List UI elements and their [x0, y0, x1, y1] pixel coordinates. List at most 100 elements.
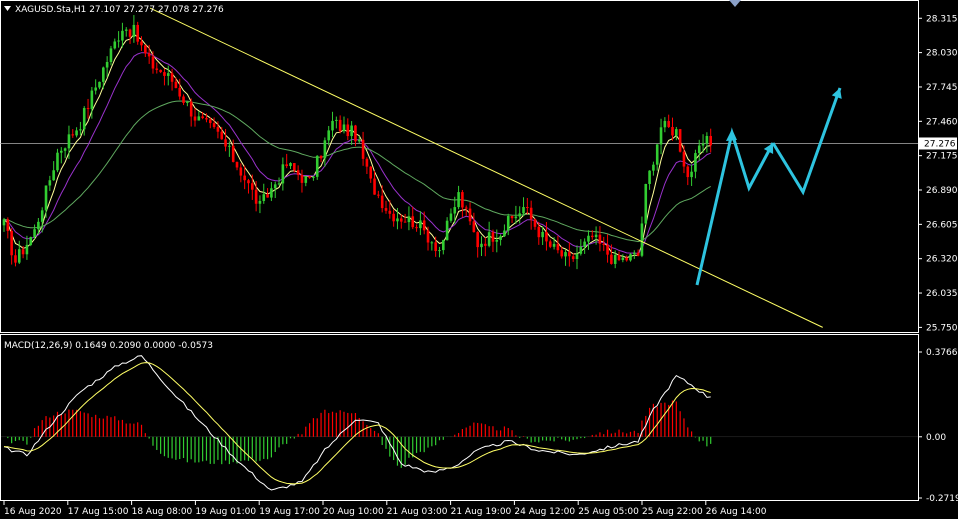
- candle-body[interactable]: [132, 24, 136, 37]
- candle-body[interactable]: [686, 166, 690, 178]
- candle-body[interactable]: [552, 243, 556, 247]
- candle-body[interactable]: [361, 139, 365, 159]
- candle-body[interactable]: [147, 53, 151, 57]
- candle-body[interactable]: [29, 236, 33, 245]
- candle-body[interactable]: [613, 254, 617, 264]
- candle-body[interactable]: [354, 125, 357, 142]
- candle-body[interactable]: [709, 135, 712, 146]
- candle-body[interactable]: [675, 129, 678, 136]
- candle-body[interactable]: [476, 232, 479, 248]
- candle-body[interactable]: [117, 40, 120, 42]
- candle-body[interactable]: [579, 246, 583, 254]
- candle-body[interactable]: [453, 207, 457, 214]
- candle-body[interactable]: [610, 254, 613, 264]
- candle-body[interactable]: [254, 189, 258, 204]
- candle-body[interactable]: [369, 166, 373, 179]
- candle-body[interactable]: [193, 116, 197, 121]
- candle-body[interactable]: [121, 30, 124, 41]
- candle-body[interactable]: [312, 176, 315, 178]
- candle-body[interactable]: [63, 148, 67, 151]
- candles[interactable]: [2, 15, 712, 270]
- candle-body[interactable]: [40, 210, 44, 222]
- candle-body[interactable]: [25, 244, 29, 255]
- scroll-marker-icon[interactable]: [729, 0, 741, 7]
- candle-body[interactable]: [560, 250, 564, 257]
- forecast-arrow-path[interactable]: [771, 87, 842, 196]
- candle-body[interactable]: [327, 130, 330, 141]
- candle-body[interactable]: [86, 108, 90, 110]
- candle-body[interactable]: [323, 140, 327, 159]
- candle-body[interactable]: [533, 219, 537, 227]
- candle-body[interactable]: [648, 170, 651, 184]
- candle-body[interactable]: [678, 129, 682, 152]
- candle-body[interactable]: [392, 213, 395, 222]
- candle-body[interactable]: [625, 257, 628, 261]
- candle-body[interactable]: [377, 194, 380, 196]
- candle-body[interactable]: [37, 221, 40, 230]
- candle-body[interactable]: [388, 210, 392, 214]
- candle-body[interactable]: [140, 41, 143, 46]
- candle-body[interactable]: [548, 241, 552, 247]
- candle-body[interactable]: [75, 130, 78, 136]
- candle-body[interactable]: [365, 158, 369, 167]
- trendline-layer[interactable]: [149, 7, 823, 328]
- candle-body[interactable]: [594, 234, 598, 238]
- candle-body[interactable]: [510, 216, 514, 219]
- candle-body[interactable]: [667, 120, 670, 127]
- candle-body[interactable]: [636, 252, 640, 256]
- candle-body[interactable]: [216, 127, 220, 132]
- candle-body[interactable]: [442, 240, 445, 251]
- candle-body[interactable]: [575, 253, 579, 260]
- candle-body[interactable]: [151, 56, 155, 69]
- candle-body[interactable]: [243, 175, 246, 181]
- candle-body[interactable]: [277, 183, 281, 185]
- candle-body[interactable]: [266, 194, 269, 198]
- candle-body[interactable]: [60, 150, 63, 153]
- candle-body[interactable]: [44, 185, 48, 211]
- candle-body[interactable]: [128, 29, 132, 37]
- candle-body[interactable]: [52, 170, 55, 181]
- candle-body[interactable]: [518, 213, 521, 217]
- candle-body[interactable]: [228, 145, 231, 147]
- descending-trendline[interactable]: [149, 7, 823, 328]
- candle-body[interactable]: [235, 161, 239, 168]
- candle-body[interactable]: [155, 68, 159, 70]
- candle-body[interactable]: [399, 218, 403, 222]
- candle-body[interactable]: [82, 108, 86, 130]
- candle-body[interactable]: [273, 184, 277, 189]
- candle-body[interactable]: [598, 234, 602, 244]
- candle-body[interactable]: [67, 134, 71, 149]
- candle-body[interactable]: [422, 220, 426, 231]
- candle-body[interactable]: [468, 208, 472, 222]
- candle-body[interactable]: [208, 119, 212, 124]
- candle-body[interactable]: [205, 118, 208, 120]
- candle-body[interactable]: [506, 216, 510, 231]
- candle-body[interactable]: [304, 176, 308, 183]
- candle-body[interactable]: [430, 242, 434, 244]
- candle-body[interactable]: [212, 123, 216, 128]
- candle-body[interactable]: [296, 170, 300, 175]
- candle-body[interactable]: [159, 69, 162, 73]
- candle-body[interactable]: [186, 101, 189, 103]
- candle-body[interactable]: [694, 153, 697, 172]
- candle-body[interactable]: [10, 230, 13, 256]
- candle-body[interactable]: [419, 220, 422, 229]
- candle-body[interactable]: [289, 163, 292, 167]
- candle-body[interactable]: [480, 243, 483, 248]
- candle-body[interactable]: [571, 256, 575, 260]
- candle-body[interactable]: [350, 125, 353, 137]
- candle-body[interactable]: [434, 242, 437, 252]
- trading-chart[interactable]: 28.315 28.030 27.745 27.460 27.175 26.890 26.6…: [0, 0, 958, 519]
- candle-body[interactable]: [415, 227, 418, 229]
- candle-body[interactable]: [258, 200, 262, 204]
- candle-body[interactable]: [300, 174, 304, 183]
- candle-body[interactable]: [495, 239, 499, 242]
- candle-body[interactable]: [293, 163, 296, 171]
- candle-body[interactable]: [220, 131, 224, 140]
- candle-body[interactable]: [491, 232, 495, 242]
- candle-body[interactable]: [201, 116, 204, 119]
- candle-body[interactable]: [331, 120, 334, 131]
- candle-body[interactable]: [48, 180, 52, 186]
- candle-body[interactable]: [587, 235, 590, 242]
- candle-body[interactable]: [231, 145, 235, 162]
